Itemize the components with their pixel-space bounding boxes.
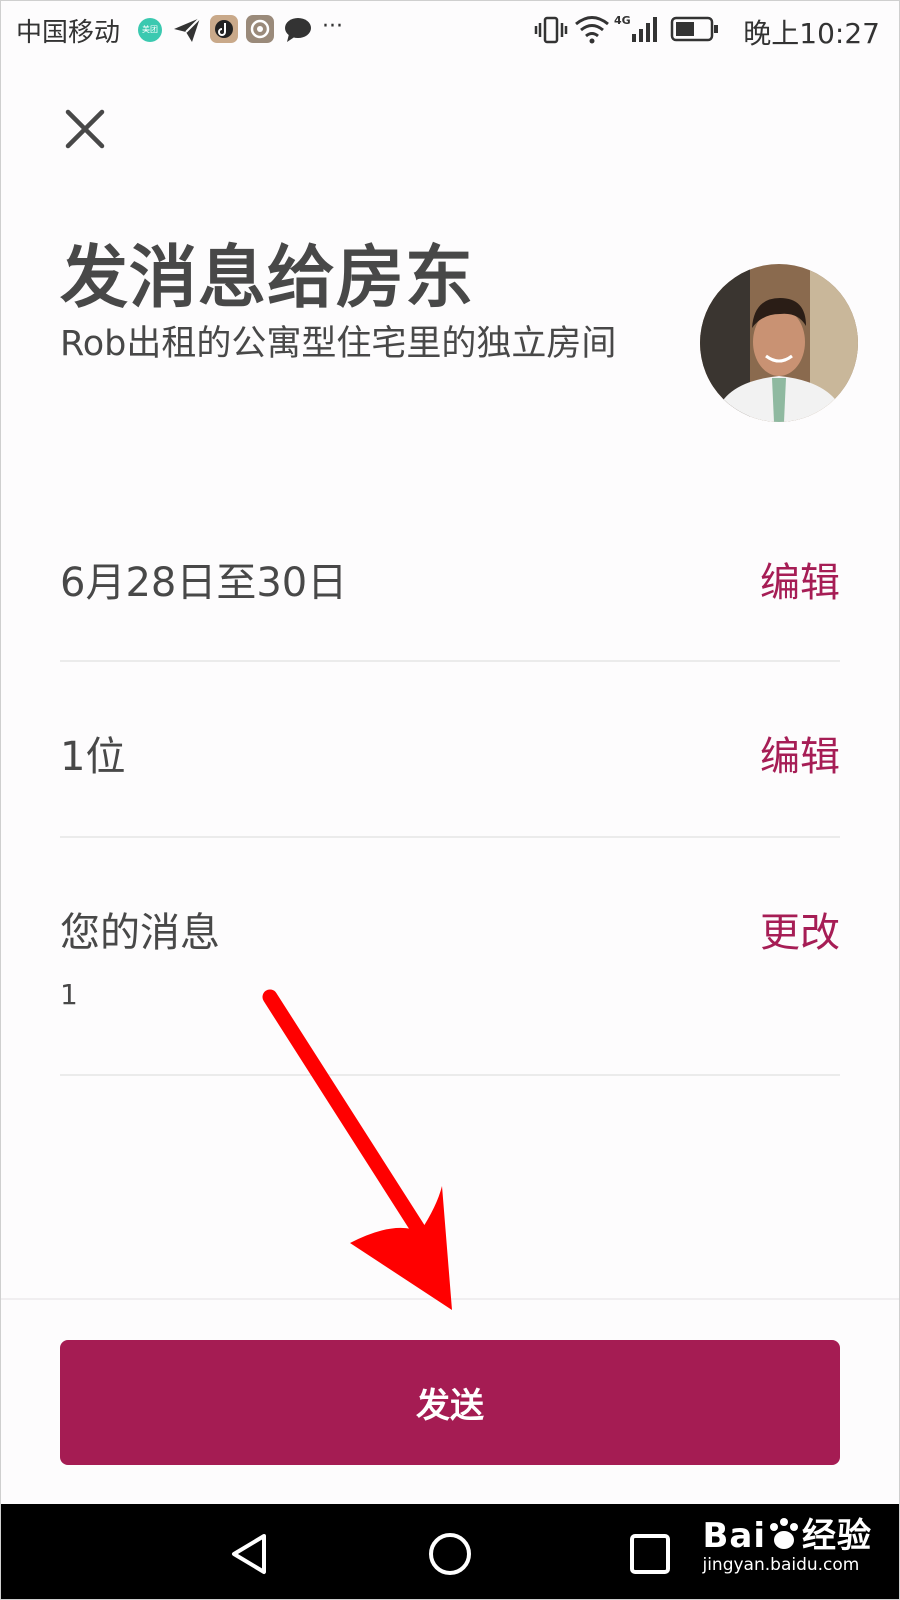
tiktok-app-icon [210, 15, 238, 43]
baidu-watermark: Bai 经验 jingyan.baidu.com [702, 1508, 872, 1575]
edit-guests-link[interactable]: 编辑 [760, 724, 840, 782]
wifi-icon [575, 16, 609, 44]
guests-row: 1位 编辑 [60, 662, 840, 838]
page-title: 发消息给房东 [60, 239, 475, 318]
paw-icon [770, 1518, 798, 1549]
nav-recents-button[interactable] [620, 1524, 680, 1584]
message-row: 您的消息 更改 1 [60, 838, 840, 1076]
send-plane-icon [174, 17, 201, 42]
host-avatar[interactable] [700, 264, 858, 422]
message-label: 您的消息 [60, 910, 220, 956]
message-value: 1 [60, 978, 78, 1011]
back-triangle-icon [232, 1534, 266, 1574]
status-bar: 中国移动 美团 ··· 4G 晚上10:27 [0, 0, 900, 62]
more-notifications-icon: ··· [322, 14, 343, 39]
meituan-app-icon: 美团 [138, 18, 162, 42]
close-button[interactable] [60, 104, 110, 154]
send-button-label: 发送 [416, 1386, 484, 1426]
host-photo [700, 264, 858, 422]
carrier-name: 中国移动 [16, 18, 121, 48]
guests-label: 1位 [60, 734, 126, 780]
close-icon [65, 109, 105, 149]
signal-icon [632, 17, 657, 42]
watermark-url: jingyan.baidu.com [702, 1555, 860, 1575]
watermark-brand: Bai 经验 [702, 1508, 872, 1557]
clock: 晚上10:27 [743, 17, 880, 50]
battery-icon [670, 16, 718, 42]
recents-square-icon [630, 1534, 670, 1574]
send-button[interactable]: 发送 [60, 1340, 840, 1465]
change-message-link[interactable]: 更改 [760, 900, 840, 958]
nav-home-button[interactable] [420, 1524, 480, 1584]
home-circle-icon [429, 1533, 471, 1575]
dates-row: 6月28日至30日 编辑 [60, 530, 840, 662]
edit-dates-link[interactable]: 编辑 [760, 550, 840, 608]
nav-back-button[interactable] [220, 1524, 280, 1584]
listing-subtitle: Rob出租的公寓型住宅里的独立房间 [60, 324, 617, 364]
chat-bubble-icon [285, 18, 311, 42]
network-type: 4G [614, 14, 631, 27]
watermark-brand-text: Bai [702, 1516, 766, 1556]
vibrate-icon [534, 16, 568, 44]
app-icon [246, 15, 274, 43]
watermark-suffix-text: 经验 [802, 1516, 872, 1556]
dates-label: 6月28日至30日 [60, 560, 348, 606]
